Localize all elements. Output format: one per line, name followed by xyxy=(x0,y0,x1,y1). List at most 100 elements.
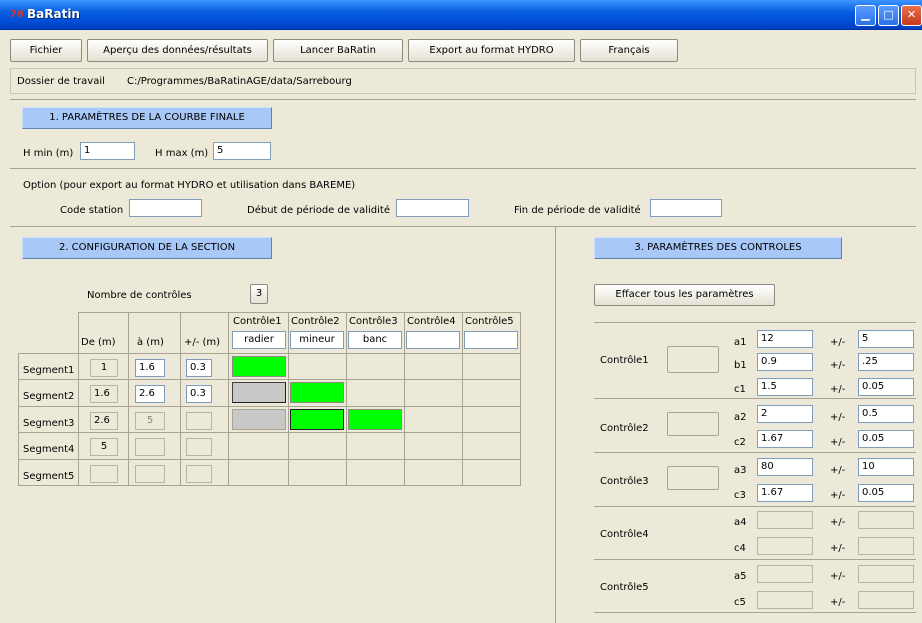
section2-title: 2. CONFIGURATION DE LA SECTION xyxy=(22,237,272,259)
control4-type-input[interactable] xyxy=(406,331,460,349)
a2-pm-input[interactable]: 0.5 xyxy=(858,405,914,423)
a2-label: a2 xyxy=(734,412,747,423)
segment4-a xyxy=(135,438,165,456)
divider xyxy=(10,168,916,169)
control5-label: Contrôle5 xyxy=(600,582,649,593)
debut-validite-label: Début de période de validité xyxy=(247,205,390,216)
c1-input[interactable]: 1.5 xyxy=(757,378,813,396)
b1-pm-label: +/- xyxy=(830,360,846,371)
divider xyxy=(594,398,916,399)
hmin-input[interactable]: 1 xyxy=(80,142,135,160)
segment3-control2-toggle[interactable] xyxy=(290,409,344,430)
control1-type-input[interactable]: radier xyxy=(232,331,286,349)
segment2-a-input[interactable]: 2.6 xyxy=(135,385,165,403)
c3-pm-label: +/- xyxy=(830,490,846,501)
b1-input[interactable]: 0.9 xyxy=(757,353,813,371)
a5-input xyxy=(757,565,813,583)
close-icon: ✕ xyxy=(906,8,917,21)
a5-pm-label: +/- xyxy=(830,571,846,582)
option-text: Option (pour export au format HYDRO et u… xyxy=(23,180,356,191)
a1-pm-label: +/- xyxy=(830,337,846,348)
segment5-pm xyxy=(186,465,212,483)
a5-pm-input xyxy=(858,565,914,583)
nb-controles-value[interactable]: 3 xyxy=(250,284,268,304)
control2-edit-button[interactable] xyxy=(667,412,719,436)
control3-edit-button[interactable] xyxy=(667,466,719,490)
b1-label: b1 xyxy=(734,360,747,371)
segment3-label: Segment3 xyxy=(23,418,75,429)
c4-label: c4 xyxy=(734,543,746,554)
hmax-input[interactable]: 5 xyxy=(213,142,271,160)
segment2-control1-toggle[interactable] xyxy=(232,382,286,403)
a1-label: a1 xyxy=(734,337,747,348)
nb-controles-label: Nombre de contrôles xyxy=(87,290,192,301)
segment5-label: Segment5 xyxy=(23,471,75,482)
a3-pm-input[interactable]: 10 xyxy=(858,458,914,476)
control4-label: Contrôle4 xyxy=(600,529,649,540)
segment1-label: Segment1 xyxy=(23,365,75,376)
segment1-pm-input[interactable]: 0.3 xyxy=(186,359,212,377)
segment1-a-input[interactable]: 1.6 xyxy=(135,359,165,377)
a4-pm-input xyxy=(858,511,914,529)
close-button[interactable]: ✕ xyxy=(901,5,922,26)
a1-input[interactable]: 12 xyxy=(757,330,813,348)
segment3-control1-toggle[interactable] xyxy=(232,409,286,430)
a2-input[interactable]: 2 xyxy=(757,405,813,423)
segment5-de xyxy=(90,465,118,483)
fin-validite-input[interactable] xyxy=(650,199,722,217)
a2-pm-label: +/- xyxy=(830,412,846,423)
code-station-input[interactable] xyxy=(129,199,202,217)
a1-pm-input[interactable]: 5 xyxy=(858,330,914,348)
menu-apercu-button[interactable]: Aperçu des données/résultats xyxy=(87,39,268,62)
segment3-de: 2.6 xyxy=(90,412,118,430)
divider xyxy=(594,612,916,613)
clear-params-button[interactable]: Effacer tous les paramètres xyxy=(594,284,775,306)
control5-type-input[interactable] xyxy=(464,331,518,349)
c5-pm-label: +/- xyxy=(830,597,846,608)
segment3-a: 5 xyxy=(135,412,165,430)
menu-fichier-button[interactable]: Fichier xyxy=(10,39,82,62)
a3-input[interactable]: 80 xyxy=(757,458,813,476)
divider xyxy=(594,506,916,507)
window-title: BaRatin xyxy=(27,7,80,21)
control3-label: Contrôle3 xyxy=(600,476,649,487)
b1-pm-input[interactable]: .25 xyxy=(858,353,914,371)
menu-lancer-button[interactable]: Lancer BaRatin xyxy=(273,39,403,62)
c2-label: c2 xyxy=(734,437,746,448)
a5-label: a5 xyxy=(734,571,747,582)
segment1-control1-toggle[interactable] xyxy=(232,356,286,377)
control1-label: Contrôle1 xyxy=(600,355,649,366)
a3-label: a3 xyxy=(734,465,747,476)
grid-left-edge xyxy=(18,353,19,486)
control3-type-input[interactable]: banc xyxy=(348,331,402,349)
control1-edit-button[interactable] xyxy=(667,346,719,373)
c1-pm-input[interactable]: 0.05 xyxy=(858,378,914,396)
hmax-label: H max (m) xyxy=(155,148,209,159)
vertical-divider xyxy=(555,226,556,623)
divider xyxy=(594,452,916,453)
menu-language-button[interactable]: Français xyxy=(580,39,678,62)
segment1-de: 1 xyxy=(90,359,118,377)
c2-input[interactable]: 1.67 xyxy=(757,430,813,448)
control2-label: Contrôle2 xyxy=(600,423,649,434)
segment2-control2-toggle[interactable] xyxy=(290,382,344,403)
segment2-pm-input[interactable]: 0.3 xyxy=(186,385,212,403)
control2-type-input[interactable]: mineur xyxy=(290,331,344,349)
control3-header: Contrôle3 xyxy=(349,316,398,327)
c1-label: c1 xyxy=(734,384,746,395)
menu-export-button[interactable]: Export au format HYDRO xyxy=(408,39,575,62)
c2-pm-input[interactable]: 0.05 xyxy=(858,430,914,448)
debut-validite-input[interactable] xyxy=(396,199,469,217)
c5-input xyxy=(757,591,813,609)
segment3-control3-toggle[interactable] xyxy=(348,409,402,430)
c3-pm-input[interactable]: 0.05 xyxy=(858,484,914,502)
fin-validite-label: Fin de période de validité xyxy=(514,205,641,216)
maximize-button[interactable]: □ xyxy=(878,5,899,26)
minimize-button[interactable]: ▁ xyxy=(855,5,876,26)
c4-pm-input xyxy=(858,537,914,555)
a4-pm-label: +/- xyxy=(830,517,846,528)
c3-input[interactable]: 1.67 xyxy=(757,484,813,502)
c2-pm-label: +/- xyxy=(830,437,846,448)
c5-pm-input xyxy=(858,591,914,609)
divider xyxy=(10,226,916,227)
